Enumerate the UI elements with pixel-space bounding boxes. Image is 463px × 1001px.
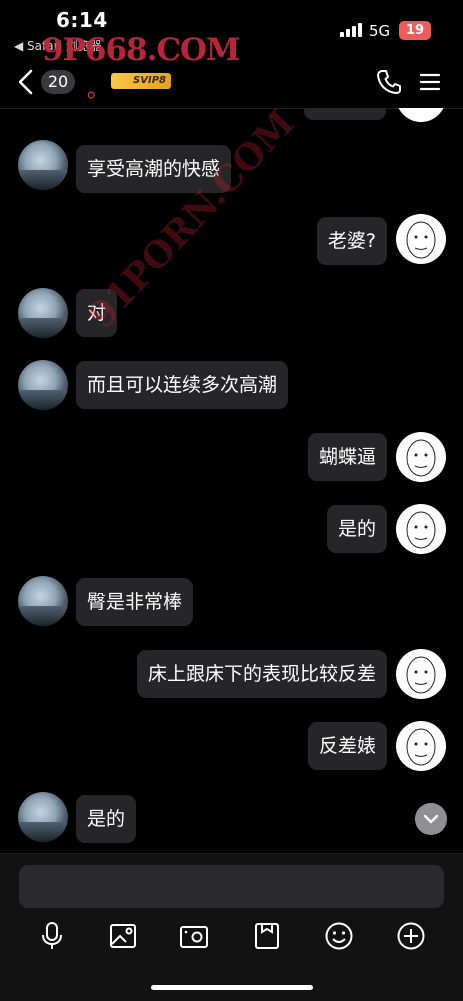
message-bubble-incoming[interactable]: 而且可以连续多次高潮 (76, 361, 289, 409)
message-bubble-outgoing[interactable]: 床上跟床下的表现比较反差 (136, 650, 387, 698)
message-bubble[interactable] (304, 108, 386, 120)
network-type: 5G (369, 22, 391, 40)
face-sketch-icon (406, 439, 436, 477)
my-avatar[interactable] (396, 721, 446, 771)
contact-avatar[interactable] (18, 288, 68, 338)
signal-icon (340, 23, 362, 37)
my-avatar[interactable] (396, 504, 446, 554)
message-list[interactable]: 享受高潮的快感 老婆? 对 而且可以连续多次高潮 蝴蝶逼 是的 臀是非常棒 床上… (0, 108, 463, 852)
face-sketch-icon (406, 728, 436, 766)
unread-count-badge[interactable]: 20 (41, 70, 75, 94)
contact-avatar[interactable] (18, 792, 68, 842)
my-avatar[interactable] (396, 214, 446, 264)
contact-avatar[interactable] (18, 360, 68, 410)
package-icon[interactable] (251, 920, 283, 952)
phone-icon[interactable] (375, 68, 403, 96)
chevron-left-icon[interactable] (12, 66, 40, 98)
microphone-icon[interactable] (36, 920, 68, 952)
message-bubble-outgoing[interactable]: 老婆? (316, 217, 387, 265)
message-bubble-incoming[interactable]: 臀是非常棒 (76, 578, 194, 626)
vip-badge: SVIP8 (111, 73, 171, 89)
message-bubble-outgoing[interactable]: 蝴蝶逼 (307, 433, 387, 481)
battery-icon: 19 (399, 21, 431, 40)
face-sketch-icon (406, 511, 436, 549)
status-time: 6:14 (56, 8, 108, 32)
face-sketch-icon (406, 656, 436, 694)
message-bubble-incoming[interactable]: 是的 (76, 795, 137, 843)
contact-avatar[interactable] (18, 140, 68, 190)
camera-icon[interactable] (178, 920, 210, 952)
emoji-icon[interactable] (323, 920, 355, 952)
my-avatar[interactable] (396, 649, 446, 699)
home-indicator[interactable] (151, 985, 313, 990)
my-avatar[interactable] (396, 432, 446, 482)
watermark-diagonal: 91PORN.COM (80, 108, 303, 337)
message-input[interactable] (19, 865, 444, 908)
message-bubble-outgoing[interactable]: 是的 (326, 505, 387, 553)
chat-header: 20 。 SVIP8 (0, 56, 463, 109)
menu-icon[interactable] (418, 70, 442, 94)
image-icon[interactable] (107, 920, 139, 952)
face-sketch-icon (406, 221, 436, 259)
plus-icon[interactable] (395, 920, 427, 952)
message-bubble-outgoing[interactable]: 反差婊 (307, 722, 387, 770)
scroll-down-button[interactable] (415, 803, 447, 835)
contact-name: 。 (87, 78, 110, 103)
contact-avatar[interactable] (18, 576, 68, 626)
avatar[interactable] (396, 108, 446, 122)
composer (0, 853, 463, 1001)
